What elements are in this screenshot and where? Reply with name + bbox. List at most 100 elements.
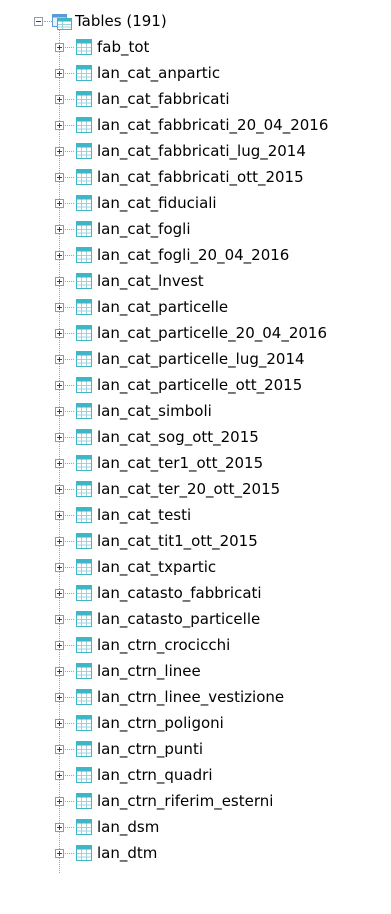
tree-item-table[interactable]: lan_cat_fabbricati_20_04_2016 xyxy=(0,112,391,138)
tree-item-table[interactable]: lan_cat_fabbricati xyxy=(0,86,391,112)
tree-item-table[interactable]: lan_cat_particelle xyxy=(0,294,391,320)
expand-icon[interactable] xyxy=(55,849,64,858)
tree-item-table[interactable]: lan_cat_ter1_ott_2015 xyxy=(0,450,391,476)
tree-branch-line xyxy=(65,255,74,256)
expand-icon[interactable] xyxy=(55,745,64,754)
tree-item-table[interactable]: lan_cat_ter_20_ott_2015 xyxy=(0,476,391,502)
expand-icon[interactable] xyxy=(55,589,64,598)
tree-item-table[interactable]: lan_cat_fabbricati_ott_2015 xyxy=(0,164,391,190)
tree-item-label: lan_cat_tit1_ott_2015 xyxy=(97,532,258,550)
tree-item-label: lan_ctrn_crocicchi xyxy=(97,636,231,654)
expand-icon[interactable] xyxy=(55,771,64,780)
tree-item-table[interactable]: lan_cat_tit1_ott_2015 xyxy=(0,528,391,554)
tree-item-label: lan_cat_ter_20_ott_2015 xyxy=(97,480,281,498)
tree-item-table[interactable]: lan_ctrn_crocicchi xyxy=(0,632,391,658)
tree-branch-line xyxy=(65,281,74,282)
tree-item-table[interactable]: lan_cat_testi xyxy=(0,502,391,528)
tree-item-table[interactable]: lan_dtm xyxy=(0,840,391,866)
table-icon xyxy=(76,663,92,679)
tree-item-table[interactable]: lan_cat_fabbricati_lug_2014 xyxy=(0,138,391,164)
expand-icon[interactable] xyxy=(55,459,64,468)
expand-icon[interactable] xyxy=(55,121,64,130)
tables-tree: Tables (191) fab_tot lan_cat_anpartic lan_… xyxy=(0,0,391,914)
expand-icon[interactable] xyxy=(55,251,64,260)
tree-branch-line xyxy=(65,619,74,620)
expand-icon[interactable] xyxy=(55,693,64,702)
tree-branch-line xyxy=(65,853,74,854)
table-icon xyxy=(76,819,92,835)
tree-item-label: lan_ctrn_linee xyxy=(97,662,201,680)
expand-icon[interactable] xyxy=(55,355,64,364)
tree-item-table[interactable]: lan_catasto_fabbricati xyxy=(0,580,391,606)
collapse-icon[interactable] xyxy=(34,17,43,26)
expand-icon[interactable] xyxy=(55,511,64,520)
table-icon xyxy=(76,585,92,601)
expand-icon[interactable] xyxy=(55,225,64,234)
tree-item-label: lan_dtm xyxy=(97,844,158,862)
tree-item-table[interactable]: lan_cat_anpartic xyxy=(0,60,391,86)
tree-item-label: fab_tot xyxy=(97,38,150,56)
tree-item-label: lan_cat_fogli xyxy=(97,220,191,238)
tree-item-table[interactable]: lan_cat_txpartic xyxy=(0,554,391,580)
expand-icon[interactable] xyxy=(55,823,64,832)
expand-icon[interactable] xyxy=(55,641,64,650)
tree-item-label: lan_cat_particelle xyxy=(97,298,229,316)
tree-item-label: lan_cat_fabbricati_lug_2014 xyxy=(97,142,306,160)
expand-icon[interactable] xyxy=(55,303,64,312)
expand-icon[interactable] xyxy=(55,95,64,104)
expand-icon[interactable] xyxy=(55,615,64,624)
expand-icon[interactable] xyxy=(55,329,64,338)
tree-item-table[interactable]: lan_cat_sog_ott_2015 xyxy=(0,424,391,450)
tree-item-table[interactable]: lan_cat_particelle_lug_2014 xyxy=(0,346,391,372)
tree-item-table[interactable]: lan_ctrn_quadri xyxy=(0,762,391,788)
tree-item-label: lan_cat_fabbricati xyxy=(97,90,230,108)
table-icon xyxy=(76,559,92,575)
expand-icon[interactable] xyxy=(55,407,64,416)
tree-branch-line xyxy=(65,177,74,178)
table-icon xyxy=(76,429,92,445)
tree-item-table[interactable]: lan_ctrn_punti xyxy=(0,736,391,762)
tree-item-table[interactable]: lan_catasto_particelle xyxy=(0,606,391,632)
tree-item-table[interactable]: lan_cat_fogli_20_04_2016 xyxy=(0,242,391,268)
expand-icon[interactable] xyxy=(55,537,64,546)
expand-icon[interactable] xyxy=(55,667,64,676)
expand-icon[interactable] xyxy=(55,43,64,52)
expand-icon[interactable] xyxy=(55,277,64,286)
expand-icon[interactable] xyxy=(55,433,64,442)
tree-item-table[interactable]: lan_cat_fiduciali xyxy=(0,190,391,216)
expand-icon[interactable] xyxy=(55,563,64,572)
tree-item-table[interactable]: lan_cat_particelle_ott_2015 xyxy=(0,372,391,398)
expand-icon[interactable] xyxy=(55,173,64,182)
tree-item-table[interactable]: lan_cat_particelle_20_04_2016 xyxy=(0,320,391,346)
tree-item-label: lan_ctrn_linee_vestizione xyxy=(97,688,285,706)
tree-item-table[interactable]: lan_dsm xyxy=(0,814,391,840)
table-icon xyxy=(76,377,92,393)
expand-icon[interactable] xyxy=(55,147,64,156)
tree-item-table[interactable]: lan_ctrn_linee_vestizione xyxy=(0,684,391,710)
tree-item-table[interactable]: lan_cat_lnvest xyxy=(0,268,391,294)
expand-icon[interactable] xyxy=(55,719,64,728)
expand-icon[interactable] xyxy=(55,381,64,390)
tree-item-label: lan_ctrn_quadri xyxy=(97,766,213,784)
table-icon xyxy=(76,403,92,419)
expand-icon[interactable] xyxy=(55,485,64,494)
table-icon xyxy=(76,689,92,705)
tree-item-table[interactable]: lan_ctrn_poligoni xyxy=(0,710,391,736)
tree-item-table[interactable]: lan_cat_simboli xyxy=(0,398,391,424)
tree-branch-line xyxy=(65,307,74,308)
tree-item-table[interactable]: lan_cat_fogli xyxy=(0,216,391,242)
expand-icon[interactable] xyxy=(55,69,64,78)
expand-icon[interactable] xyxy=(55,797,64,806)
tree-branch-line xyxy=(65,229,74,230)
tree-branch-line xyxy=(65,411,74,412)
expand-icon[interactable] xyxy=(55,199,64,208)
tree-branch-line xyxy=(65,73,74,74)
tree-item-table[interactable]: fab_tot xyxy=(0,34,391,60)
tree-branch-line xyxy=(65,463,74,464)
tree-node-tables[interactable]: Tables (191) xyxy=(0,8,300,34)
tree-branch-line xyxy=(65,333,74,334)
tree-item-table[interactable]: lan_ctrn_linee xyxy=(0,658,391,684)
tree-item-table[interactable]: lan_ctrn_riferim_esterni xyxy=(0,788,391,814)
tree-branch-line xyxy=(65,489,74,490)
tree-branch-line xyxy=(65,359,74,360)
